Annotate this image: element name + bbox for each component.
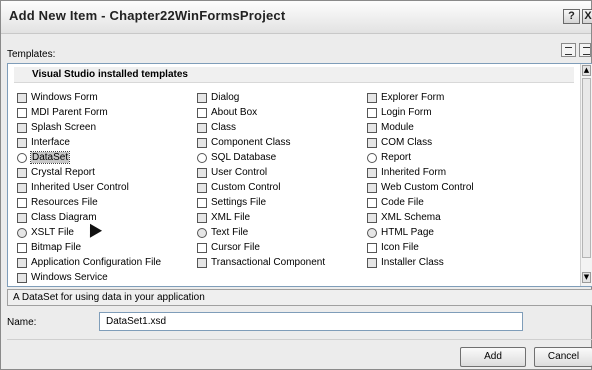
template-item-label: Crystal Report: [31, 167, 95, 178]
template-item-label: Transactional Component: [211, 257, 326, 268]
template-item-label: Custom Control: [211, 182, 281, 193]
scrollbar-thumb[interactable]: [582, 78, 591, 258]
group-header-label: Visual Studio installed templates: [32, 69, 188, 80]
template-item-label: Interface: [31, 137, 70, 148]
code-file-icon: [367, 198, 377, 208]
template-item-label: Bitmap File: [31, 242, 82, 253]
html-page-icon: [367, 228, 377, 238]
resources-file-icon: [17, 198, 27, 208]
close-button[interactable]: X: [582, 9, 592, 24]
template-item-label: Class Diagram: [31, 212, 97, 223]
template-item-label: Web Custom Control: [381, 182, 474, 193]
template-item-label: XML Schema: [381, 212, 441, 223]
template-item-label: Inherited Form: [381, 167, 447, 178]
large-icons-icon: [565, 47, 572, 55]
template-item-label: Text File: [211, 227, 249, 238]
windows-service-icon: [17, 273, 27, 283]
templates-label: Templates:: [7, 49, 56, 60]
small-icons-icon: [583, 47, 590, 55]
template-description: A DataSet for using data in your applica…: [13, 292, 205, 303]
about-box-icon: [197, 108, 207, 118]
cancel-button[interactable]: Cancel: [534, 347, 592, 367]
template-item-label: Explorer Form: [381, 92, 445, 103]
installer-class-icon: [367, 258, 377, 268]
windows-form-icon: [17, 93, 27, 103]
button-separator: [7, 339, 592, 340]
group-header: Visual Studio installed templates: [14, 67, 574, 83]
name-label: Name:: [7, 317, 37, 328]
template-item-label: Code File: [381, 197, 424, 208]
template-item-label: Windows Service: [31, 272, 108, 283]
template-item-label: Inherited User Control: [31, 182, 129, 193]
large-icons-view-button[interactable]: [561, 43, 576, 57]
inherited-form-icon: [367, 168, 377, 178]
template-item-label: Module: [381, 122, 414, 133]
template-item-label: XML File: [211, 212, 251, 223]
template-item-label: Cursor File: [211, 242, 260, 253]
bitmap-file-icon: [17, 243, 27, 253]
splash-screen-icon: [17, 123, 27, 133]
template-item-label: Application Configuration File: [31, 257, 162, 268]
template-item-label: Icon File: [381, 242, 419, 253]
custom-control-icon: [197, 183, 207, 193]
component-class-icon: [197, 138, 207, 148]
class-diagram-icon: [17, 213, 27, 223]
template-item-label: XSLT File: [31, 227, 74, 238]
template-item-label: MDI Parent Form: [31, 107, 108, 118]
description-bar: A DataSet for using data in your applica…: [7, 289, 592, 306]
inherited-user-control-icon: [17, 183, 27, 193]
template-item-label: HTML Page: [381, 227, 434, 238]
template-item-label: DataSet: [29, 151, 71, 164]
templates-scrollbar[interactable]: ▲ ▼: [580, 64, 592, 286]
template-item-label: Component Class: [211, 137, 291, 148]
dialog-title: Add New Item - Chapter22WinFormsProject: [9, 8, 286, 23]
dialog-icon: [197, 93, 207, 103]
scroll-down-arrow-icon[interactable]: ▼: [582, 272, 591, 283]
scroll-up-arrow-icon[interactable]: ▲: [582, 65, 591, 76]
module-icon: [367, 123, 377, 133]
cursor-file-icon: [197, 243, 207, 253]
template-item-label: Resources File: [31, 197, 98, 208]
template-item-label: Settings File: [211, 197, 267, 208]
add-new-item-dialog: Add New Item - Chapter22WinFormsProject …: [0, 0, 592, 370]
explorer-form-icon: [367, 93, 377, 103]
xslt-file-icon: [17, 228, 27, 238]
template-item-label: COM Class: [381, 137, 433, 148]
xml-file-icon: [197, 213, 207, 223]
web-custom-control-icon: [367, 183, 377, 193]
template-item-label: SQL Database: [211, 152, 277, 163]
templates-list[interactable]: Visual Studio installed templates Window…: [7, 63, 592, 287]
transactional-component-icon: [197, 258, 207, 268]
template-item-label: Windows Form: [31, 92, 98, 103]
template-item-label: Installer Class: [381, 257, 444, 268]
template-item-label: About Box: [211, 107, 258, 118]
template-item-label: Login Form: [381, 107, 432, 118]
sql-database-icon: [197, 153, 207, 163]
crystal-report-icon: [17, 168, 27, 178]
template-item-label: Dialog: [211, 92, 240, 103]
template-item-label: Report: [381, 152, 412, 163]
user-control-icon: [197, 168, 207, 178]
report-icon: [367, 153, 377, 163]
title-bar[interactable]: Add New Item - Chapter22WinFormsProject …: [1, 1, 592, 34]
add-button[interactable]: Add: [460, 347, 526, 367]
com-class-icon: [367, 138, 377, 148]
icon-file-icon: [367, 243, 377, 253]
xml-schema-icon: [367, 213, 377, 223]
help-button[interactable]: ?: [563, 9, 580, 24]
mdi-parent-form-icon: [17, 108, 27, 118]
template-item-label: Class: [211, 122, 237, 133]
name-input[interactable]: DataSet1.xsd: [99, 312, 523, 331]
template-item-label: User Control: [211, 167, 268, 178]
class-icon: [197, 123, 207, 133]
template-item-label: Splash Screen: [31, 122, 97, 133]
text-file-icon: [197, 228, 207, 238]
login-form-icon: [367, 108, 377, 118]
interface-icon: [17, 138, 27, 148]
small-icons-view-button[interactable]: [579, 43, 591, 57]
dataset-icon: [17, 153, 27, 163]
settings-file-icon: [197, 198, 207, 208]
application-configuration-file-icon: [17, 258, 27, 268]
